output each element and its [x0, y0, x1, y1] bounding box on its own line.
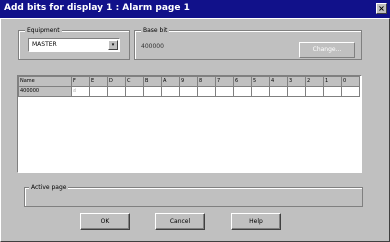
bit-cell[interactable]: [125, 86, 144, 97]
bit-cell[interactable]: [287, 86, 306, 97]
column-header: 5: [251, 76, 270, 87]
grid-header-row: Name F E D C B A 9 8 7 6 5 4 3 2 1 0: [18, 76, 360, 87]
bit-grid[interactable]: Name F E D C B A 9 8 7 6 5 4 3 2 1 0 400…: [17, 75, 362, 173]
bit-cell[interactable]: [107, 86, 126, 97]
column-header: 2: [305, 76, 324, 87]
bit-cell[interactable]: [215, 86, 234, 97]
column-header: A: [161, 76, 180, 87]
column-header: 1: [323, 76, 342, 87]
column-header-name: Name: [18, 76, 72, 87]
window-title: Add bits for display 1 : Alarm page 1: [4, 3, 190, 13]
bit-cell[interactable]: [89, 86, 108, 97]
column-header: B: [143, 76, 162, 87]
cancel-button[interactable]: Cancel: [155, 213, 205, 230]
bit-cell[interactable]: [161, 86, 180, 97]
base-bit-value: 400000: [141, 43, 164, 50]
ok-button[interactable]: OK: [80, 213, 130, 230]
bit-cell[interactable]: [305, 86, 324, 97]
bit-table: Name F E D C B A 9 8 7 6 5 4 3 2 1 0 400…: [18, 76, 360, 97]
column-header: E: [89, 76, 108, 87]
column-header: 7: [215, 76, 234, 87]
column-header: 4: [269, 76, 288, 87]
bit-cell[interactable]: [341, 86, 360, 97]
chevron-down-icon[interactable]: ▾: [108, 40, 118, 50]
bit-cell[interactable]: [269, 86, 288, 97]
equipment-select[interactable]: MASTER ▾: [28, 38, 120, 52]
change-button[interactable]: Change...: [299, 42, 355, 58]
bit-cell[interactable]: [143, 86, 162, 97]
bit-cell[interactable]: [251, 86, 270, 97]
column-header: D: [107, 76, 126, 87]
active-page-legend: Active page: [29, 184, 69, 191]
column-header: 8: [197, 76, 216, 87]
active-page-group: Active page: [24, 184, 363, 207]
bit-cell[interactable]: [179, 86, 198, 97]
column-header: 3: [287, 76, 306, 87]
close-button[interactable]: ×: [376, 3, 387, 14]
table-row: 400000 ☝: [18, 86, 360, 97]
column-header: C: [125, 76, 144, 87]
hand-cursor-icon[interactable]: ☝: [71, 86, 90, 97]
column-header: F: [71, 76, 90, 87]
base-bit-legend: Base bit: [141, 27, 170, 34]
row-name-cell[interactable]: 400000: [18, 86, 72, 97]
title-bar: Add bits for display 1 : Alarm page 1 ×: [0, 0, 390, 18]
equipment-select-value: MASTER: [32, 41, 57, 48]
equipment-legend: Equipment: [25, 27, 62, 34]
help-button[interactable]: Help: [231, 213, 281, 230]
column-header: 0: [341, 76, 360, 87]
bit-cell[interactable]: [323, 86, 342, 97]
column-header: 9: [179, 76, 198, 87]
bit-cell[interactable]: [233, 86, 252, 97]
bit-cell[interactable]: [197, 86, 216, 97]
column-header: 6: [233, 76, 252, 87]
